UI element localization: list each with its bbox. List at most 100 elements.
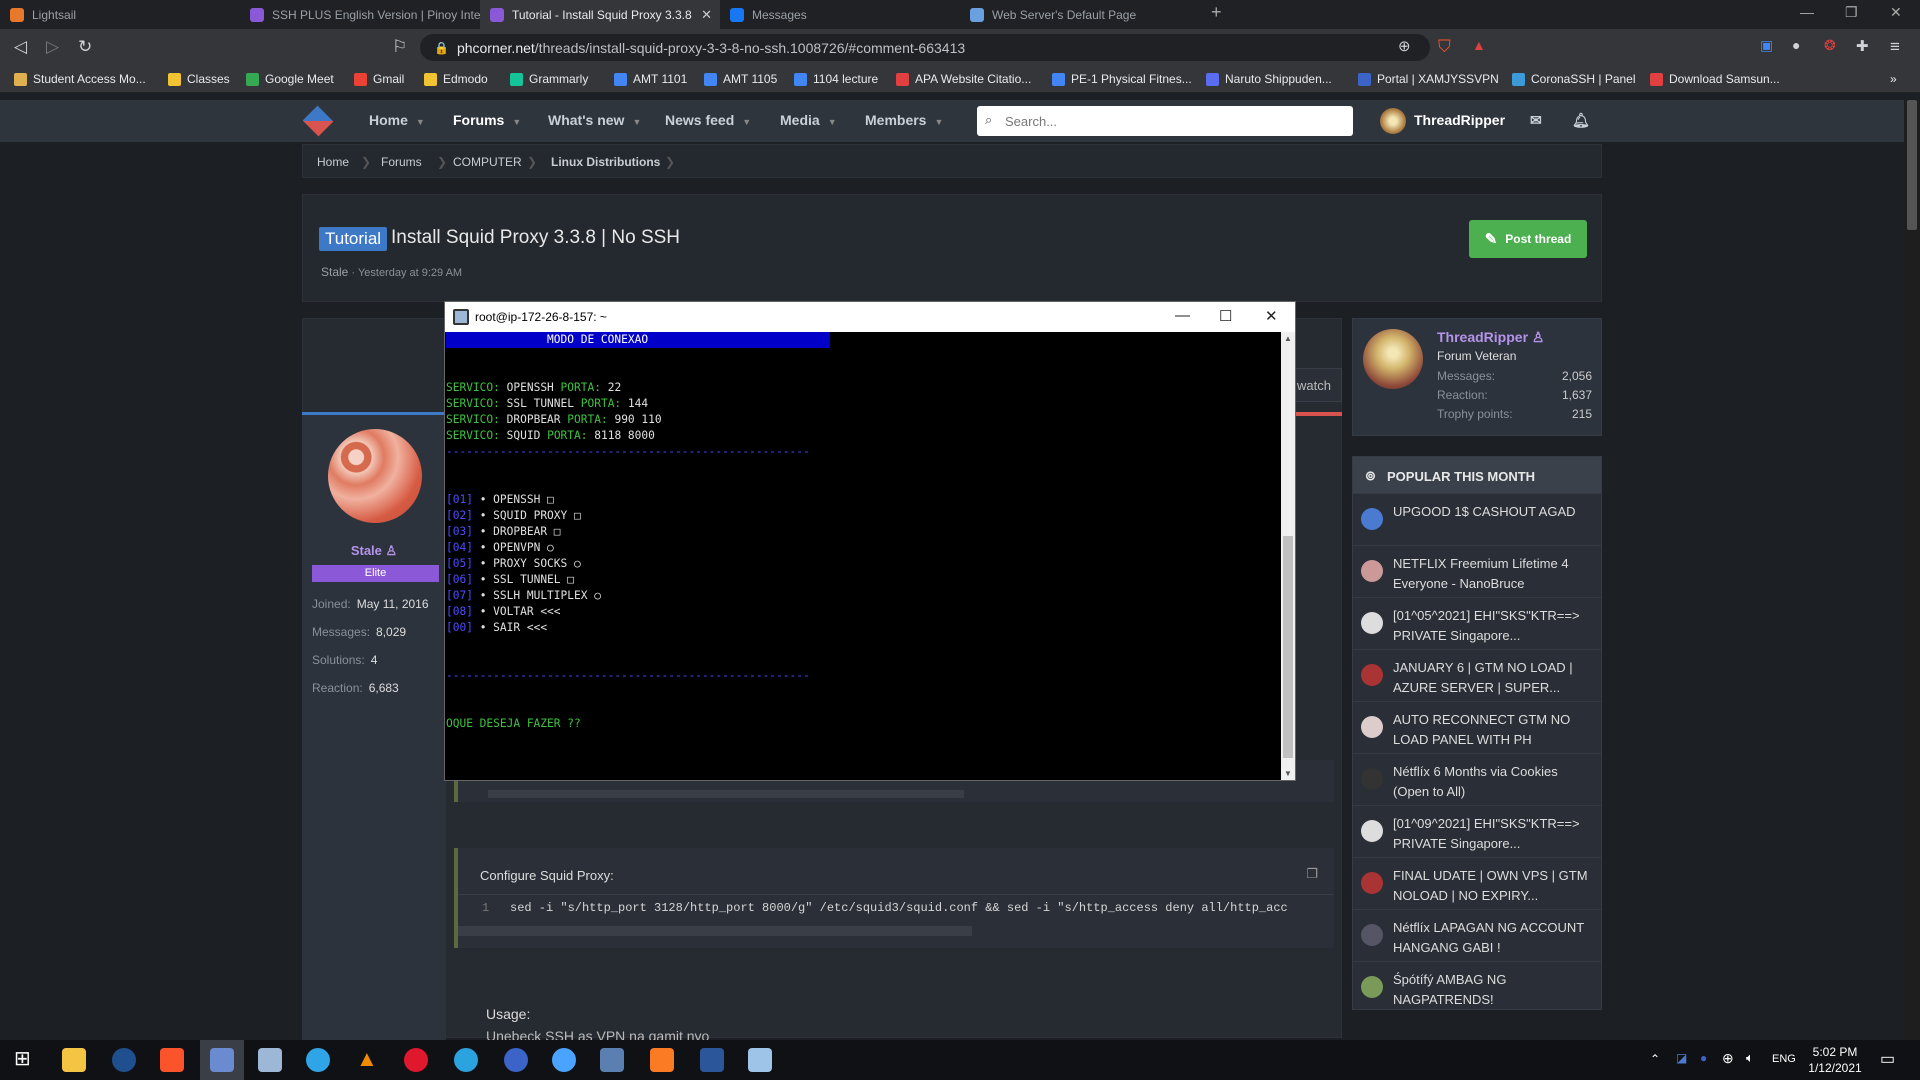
file-explorer-icon[interactable]	[62, 1048, 86, 1072]
chevron-up-icon[interactable]: ⌃	[1650, 1052, 1660, 1066]
minimize-icon[interactable]: —	[1800, 4, 1814, 20]
code-line[interactable]: 1 sed -i "s/http_port 3128/http_port 8000…	[458, 894, 1334, 918]
tray-app-icon[interactable]: ◪	[1676, 1051, 1687, 1065]
popular-link[interactable]: Nétflíx LAPAGAN NG ACCOUNT HANGANG GABI …	[1393, 920, 1584, 955]
popular-link[interactable]: UPGOOD 1$ CASHOUT AGAD	[1393, 504, 1576, 519]
vpn-icon[interactable]	[504, 1048, 528, 1072]
nav-news-feed[interactable]: News feed ▼	[665, 112, 751, 128]
terminal-scrollbar[interactable]: ▲ ▼	[1281, 332, 1295, 780]
breadcrumb-home[interactable]: Home	[317, 155, 349, 169]
tab-messages[interactable]: Messages	[720, 0, 960, 29]
terminal-output[interactable]: MODO DE CONEXAO SERVICO: OPENSSH PORTA: …	[445, 332, 1281, 780]
vlc-icon[interactable]: ▲	[356, 1046, 380, 1071]
notepad-icon[interactable]	[748, 1048, 772, 1072]
chevron-down-icon[interactable]: ▼	[512, 117, 521, 127]
safari-icon[interactable]	[552, 1048, 576, 1072]
bookmark-item[interactable]: Classes	[168, 72, 230, 86]
search-input[interactable]: ⌕ Search...	[977, 106, 1353, 136]
bookmark-item[interactable]: Grammarly	[510, 72, 588, 86]
thread-author[interactable]: Stale	[321, 265, 348, 279]
breadcrumb-forums[interactable]: Forums	[381, 155, 422, 169]
tab-ssh-plus[interactable]: SSH PLUS English Version | Pinoy Inter	[240, 0, 480, 29]
post-thread-button[interactable]: ✎ Post thread	[1469, 220, 1587, 258]
menu-icon[interactable]: ≡	[1890, 37, 1900, 57]
bookmark-item[interactable]: AMT 1105	[704, 72, 777, 86]
bookmark-item[interactable]: PE-1 Physical Fitnes...	[1052, 72, 1192, 86]
popular-link[interactable]: FINAL UDATE | OWN VPS | GTM NOLOAD | NO …	[1393, 868, 1588, 903]
telegram-icon[interactable]	[454, 1048, 478, 1072]
nav-forums[interactable]: Forums ▼	[453, 112, 521, 128]
extension-icon[interactable]: ❂	[1824, 37, 1836, 54]
popular-link[interactable]: JANUARY 6 | GTM NO LOAD | AZURE SERVER |…	[1393, 660, 1573, 695]
cortana-icon[interactable]	[112, 1048, 136, 1072]
brave-shield-icon[interactable]: ⛉	[1438, 37, 1451, 57]
breadcrumb-computer[interactable]: COMPUTER	[453, 155, 522, 169]
tab-lightsail[interactable]: Lightsail	[0, 0, 240, 29]
putty-title-bar[interactable]: root@ip-172-26-8-157: ~ — ☐ ✕	[445, 302, 1295, 332]
copy-icon[interactable]: ❐	[1306, 866, 1318, 882]
list-item[interactable]: Nétflíx LAPAGAN NG ACCOUNT HANGANG GABI …	[1353, 909, 1601, 961]
poster-name[interactable]: Stale ♙	[302, 543, 446, 559]
code-scrollbar[interactable]	[488, 790, 964, 798]
xampp-icon[interactable]	[650, 1048, 674, 1072]
bookmark-item[interactable]: APA Website Citatio...	[896, 72, 1031, 86]
maximize-icon[interactable]: ☐	[1219, 307, 1232, 325]
list-item[interactable]: Nétflíx 6 Months via Cookies (Open to Al…	[1353, 753, 1601, 805]
list-item[interactable]: NETFLIX Freemium Lifetime 4 Everyone - N…	[1353, 545, 1601, 597]
brave-icon[interactable]	[160, 1048, 184, 1072]
tab-tutorial[interactable]: Tutorial - Install Squid Proxy 3.3.8 ✕	[480, 0, 720, 29]
code-scrollbar[interactable]	[458, 926, 972, 936]
volume-icon[interactable]: 🔈︎	[1746, 1050, 1754, 1066]
more-bookmarks-icon[interactable]: »	[1890, 72, 1897, 86]
bookmark-item[interactable]: Gmail	[354, 72, 404, 86]
putty-window[interactable]: root@ip-172-26-8-157: ~ — ☐ ✕ MODO DE CO…	[444, 301, 1296, 781]
thread-time[interactable]: Yesterday at 9:29 AM	[358, 267, 462, 279]
avatar[interactable]	[328, 429, 422, 523]
list-item[interactable]: AUTO RECONNECT GTM NO LOAD PANEL WITH PH	[1353, 701, 1601, 753]
list-item[interactable]: JANUARY 6 | GTM NO LOAD | AZURE SERVER |…	[1353, 649, 1601, 701]
breadcrumb-linux[interactable]: Linux Distributions	[551, 155, 660, 169]
bell-icon[interactable]: 🔔︎	[1572, 112, 1590, 129]
bookmark-item[interactable]: 1104 lecture	[794, 72, 878, 86]
bookmark-item[interactable]: Portal | XAMJYSSVPN	[1358, 72, 1499, 86]
word-icon[interactable]	[700, 1048, 724, 1072]
list-item[interactable]: UPGOOD 1$ CASHOUT AGAD	[1353, 493, 1601, 545]
popular-link[interactable]: NETFLIX Freemium Lifetime 4 Everyone - N…	[1393, 556, 1569, 591]
bookmark-item[interactable]: Edmodo	[424, 72, 488, 86]
chevron-up-icon[interactable]: ▲	[1284, 334, 1292, 343]
extension-icon[interactable]: ●	[1792, 37, 1800, 53]
list-item[interactable]: [01^05^2021] EHI"SKS"KTR==> PRIVATE Sing…	[1353, 597, 1601, 649]
windows-icon[interactable]: ⊞	[14, 1046, 38, 1070]
chevron-down-icon[interactable]: ▼	[1284, 769, 1292, 778]
notification-icon[interactable]: ▭	[1880, 1049, 1895, 1069]
network-icon[interactable]: ⊕	[1722, 1050, 1734, 1067]
bookmark-item[interactable]: AMT 1101	[614, 72, 687, 86]
popular-link[interactable]: AUTO RECONNECT GTM NO LOAD PANEL WITH PH	[1393, 712, 1570, 747]
bookmark-item[interactable]: Student Access Mo...	[14, 72, 146, 86]
chevron-down-icon[interactable]: ▼	[416, 117, 425, 127]
nav-whats-new[interactable]: What's new ▼	[548, 112, 641, 128]
avatar[interactable]	[1380, 108, 1406, 134]
bookmark-item[interactable]: Google Meet	[246, 72, 334, 86]
restore-icon[interactable]: ❐	[1845, 4, 1858, 21]
minimize-icon[interactable]: —	[1175, 307, 1190, 324]
list-item[interactable]: Śpótífý AMBAG NG NAGPATRENDS!	[1353, 961, 1601, 1009]
list-item[interactable]: [01^09^2021] EHI"SKS"KTR==> PRIVATE Sing…	[1353, 805, 1601, 857]
site-logo-icon[interactable]	[302, 105, 334, 137]
watch-button[interactable]: watch	[1290, 368, 1342, 402]
clock[interactable]: 5:02 PM 1/12/2021	[1800, 1044, 1870, 1076]
avatar[interactable]	[1363, 329, 1423, 389]
edge-icon[interactable]	[306, 1048, 330, 1072]
close-window-icon[interactable]: ✕	[1890, 4, 1902, 21]
tray-vpn-icon[interactable]: ●	[1700, 1051, 1707, 1065]
tab-web-server[interactable]: Web Server's Default Page	[960, 0, 1200, 29]
scrollbar-thumb[interactable]	[1907, 100, 1917, 230]
popular-link[interactable]: Śpótífý AMBAG NG NAGPATRENDS!	[1393, 972, 1506, 1007]
putty-icon[interactable]	[258, 1048, 282, 1072]
language-indicator[interactable]: ENG	[1772, 1053, 1796, 1065]
list-item[interactable]: FINAL UDATE | OWN VPS | GTM NOLOAD | NO …	[1353, 857, 1601, 909]
nav-members[interactable]: Members ▼	[865, 112, 943, 128]
inbox-icon[interactable]: ✉	[1530, 112, 1542, 129]
chevron-down-icon[interactable]: ▼	[934, 117, 943, 127]
network-icon[interactable]	[600, 1048, 624, 1072]
